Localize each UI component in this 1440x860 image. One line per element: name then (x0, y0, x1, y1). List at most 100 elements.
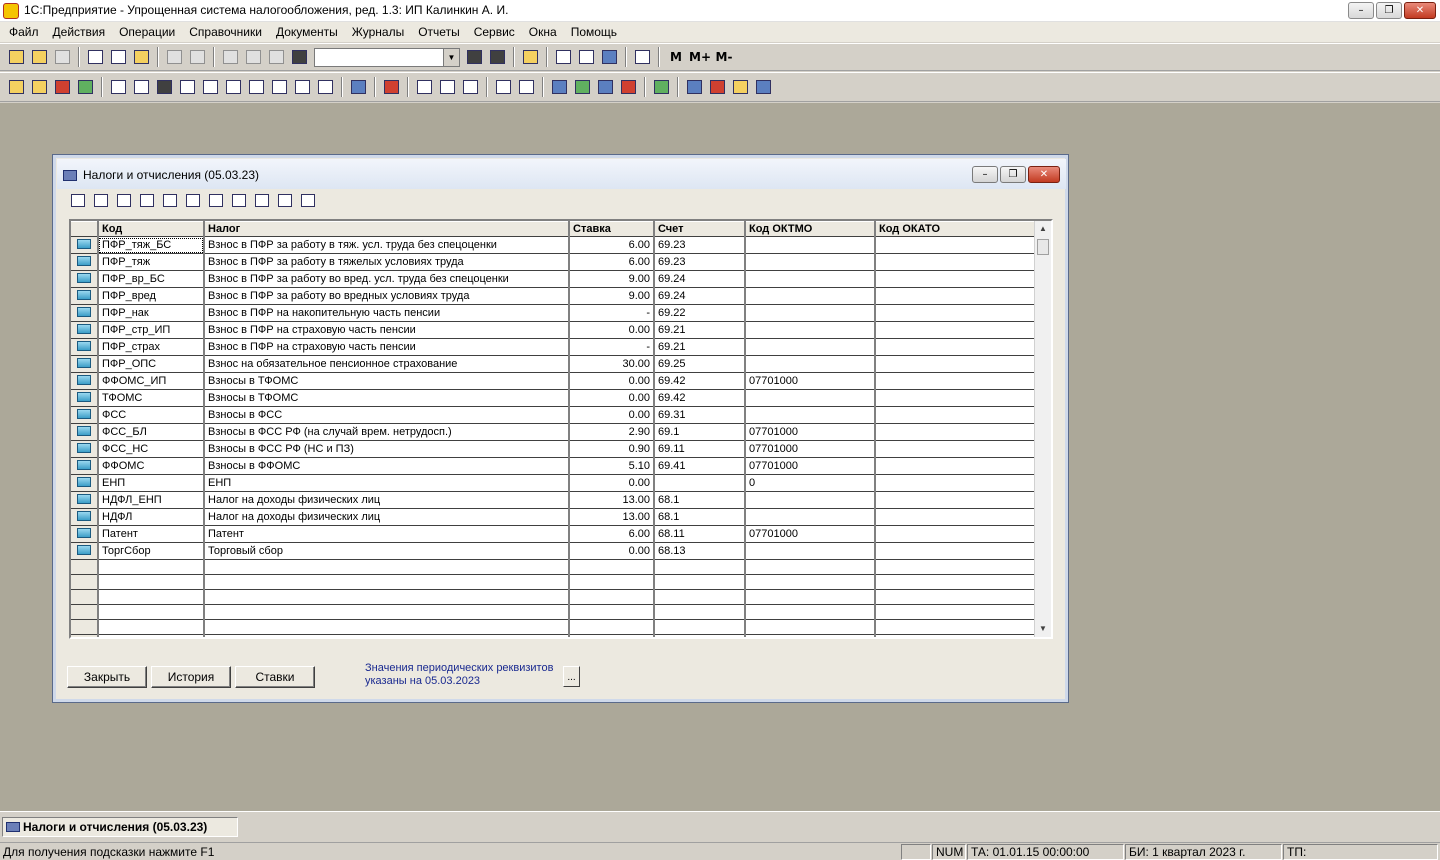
cell-tax[interactable]: Взнос на обязательное пенсионное страхов… (204, 355, 570, 373)
waybill-icon[interactable] (516, 77, 537, 97)
cell-code[interactable]: ПФР_нак (98, 304, 205, 322)
cell-okato[interactable] (875, 304, 1036, 322)
cell-rate[interactable]: 13.00 (569, 491, 655, 509)
cell-rate[interactable]: 0.00 (569, 389, 655, 407)
table-row[interactable]: ПФР_тяж_БС Взнос в ПФР за работу в тяж. у… (71, 236, 1036, 254)
context-help-icon[interactable] (297, 190, 318, 210)
employees-icon[interactable] (549, 77, 570, 97)
cell-okato[interactable] (875, 542, 1036, 560)
new-document-icon[interactable] (6, 47, 27, 67)
report-analysis-icon[interactable] (753, 77, 774, 97)
cell-code[interactable]: ФФОМС (98, 457, 205, 475)
cell-oktmo[interactable] (745, 542, 876, 560)
table-row[interactable]: НДФЛ_ЕНП Налог на доходы физических лиц 13… (71, 491, 1036, 509)
delete-row-icon[interactable] (159, 190, 180, 210)
report-calendar-icon[interactable] (730, 77, 751, 97)
find-previous-icon[interactable] (487, 47, 508, 67)
table-row[interactable]: ПФР_нак Взнос в ПФР на накопительную част… (71, 304, 1036, 322)
cell-okato[interactable] (875, 423, 1036, 441)
cell-okato[interactable] (875, 321, 1036, 339)
table-row[interactable]: НДФЛ Налог на доходы физических лиц 13.00 6… (71, 508, 1036, 526)
pen-edit-icon[interactable] (599, 47, 620, 67)
column-header-tax[interactable]: Налог (204, 221, 570, 237)
ref-list-icon[interactable] (108, 77, 129, 97)
cell-rate[interactable]: 2.90 (569, 423, 655, 441)
table-row[interactable]: ФСС Взносы в ФСС 0.00 69.31 (71, 406, 1036, 424)
redo-icon[interactable] (266, 47, 287, 67)
scroll-down-icon[interactable]: ▼ (1035, 621, 1051, 637)
book-icon[interactable] (632, 47, 653, 67)
cell-okato[interactable] (875, 508, 1036, 526)
search-combo[interactable]: ▼ (314, 47, 460, 67)
cell-oktmo[interactable]: 07701000 (745, 525, 876, 543)
cell-oktmo[interactable]: 0 (745, 474, 876, 492)
cell-account[interactable]: 69.24 (654, 270, 746, 288)
table-row[interactable]: ФСС_НС Взносы в ФСС РФ (НС и ПЗ) 0.90 69.11… (71, 440, 1036, 458)
cell-oktmo[interactable] (745, 321, 876, 339)
cell-rate[interactable]: 0.00 (569, 542, 655, 560)
cell-oktmo[interactable]: 07701000 (745, 372, 876, 390)
table-row[interactable]: ПФР_ОПС Взнос на обязательное пенсионное … (71, 355, 1036, 373)
cell-rate[interactable]: 0.00 (569, 321, 655, 339)
cell-oktmo[interactable] (745, 236, 876, 254)
cell-tax[interactable]: Взнос в ПФР на страховую часть пенсии (204, 338, 570, 356)
cell-oktmo[interactable]: 07701000 (745, 457, 876, 475)
cell-okato[interactable] (875, 525, 1036, 543)
table-row[interactable]: ФСС_БЛ Взносы в ФСС РФ (на случай врем. н… (71, 423, 1036, 441)
menu-reports[interactable]: Отчеты (411, 22, 466, 42)
cell-rate[interactable]: 0.00 (569, 474, 655, 492)
cell-account[interactable]: 69.31 (654, 406, 746, 424)
column-header-oktmo[interactable]: Код ОКТМО (745, 221, 876, 237)
child-minimize-button[interactable]: – (972, 166, 998, 183)
cell-account[interactable]: 68.11 (654, 525, 746, 543)
cell-tax[interactable]: Взнос в ПФР за работу во вредных условия… (204, 287, 570, 305)
cell-tax[interactable]: Налог на доходы физических лиц (204, 491, 570, 509)
cell-code[interactable]: ФСС_БЛ (98, 423, 205, 441)
cell-oktmo[interactable] (745, 491, 876, 509)
cell-oktmo[interactable] (745, 253, 876, 271)
cell-code[interactable]: ТФОМС (98, 389, 205, 407)
find-next-icon[interactable] (464, 47, 485, 67)
minimize-button[interactable]: – (1348, 2, 1374, 19)
cell-okato[interactable] (875, 253, 1036, 271)
history-button[interactable]: История (151, 666, 231, 688)
column-header-rate[interactable]: Ставка (569, 221, 655, 237)
cell-tax[interactable]: Взнос в ПФР за работу во вред. усл. труд… (204, 270, 570, 288)
operations-dm-icon[interactable] (595, 77, 616, 97)
cell-rate[interactable]: 5.10 (569, 457, 655, 475)
menu-file[interactable]: Файл (2, 22, 46, 42)
scroll-up-icon[interactable]: ▲ (1035, 221, 1051, 237)
cell-account[interactable]: 69.23 (654, 236, 746, 254)
add-group-icon[interactable] (90, 190, 111, 210)
add-row-icon[interactable] (67, 190, 88, 210)
payment-order-icon[interactable] (414, 77, 435, 97)
cell-okato[interactable] (875, 440, 1036, 458)
cell-account[interactable]: 68.13 (654, 542, 746, 560)
cell-code[interactable]: ПФР_вред (98, 287, 205, 305)
child-restore-button[interactable]: ❐ (1000, 166, 1026, 183)
cell-account[interactable]: 69.42 (654, 389, 746, 407)
cell-okato[interactable] (875, 287, 1036, 305)
cell-account[interactable]: 69.41 (654, 457, 746, 475)
print-icon[interactable] (164, 47, 185, 67)
cell-account[interactable]: 69.22 (654, 304, 746, 322)
cell-account[interactable] (654, 474, 746, 492)
monitor-icon[interactable] (251, 190, 272, 210)
cut-icon[interactable] (85, 47, 106, 67)
cell-account[interactable]: 69.24 (654, 287, 746, 305)
cell-account[interactable]: 69.21 (654, 338, 746, 356)
cell-okato[interactable] (875, 474, 1036, 492)
cell-okato[interactable] (875, 457, 1036, 475)
move-row-icon[interactable] (205, 190, 226, 210)
table-row[interactable]: ФФОМС Взносы в ФФОМС 5.10 69.41 07701000 (71, 457, 1036, 475)
cell-oktmo[interactable] (745, 389, 876, 407)
cell-okato[interactable] (875, 355, 1036, 373)
cell-okato[interactable] (875, 491, 1036, 509)
cell-tax[interactable]: Взнос в ПФР за работу в тяж. усл. труда … (204, 236, 570, 254)
vertical-scrollbar[interactable]: ▲ ▼ (1034, 221, 1051, 637)
cell-code[interactable]: ПФР_вр_БС (98, 270, 205, 288)
ref-book-icon[interactable] (348, 77, 369, 97)
cell-rate[interactable]: 6.00 (569, 236, 655, 254)
column-header-okato[interactable]: Код ОКАТО (875, 221, 1036, 237)
cell-oktmo[interactable]: 07701000 (745, 440, 876, 458)
